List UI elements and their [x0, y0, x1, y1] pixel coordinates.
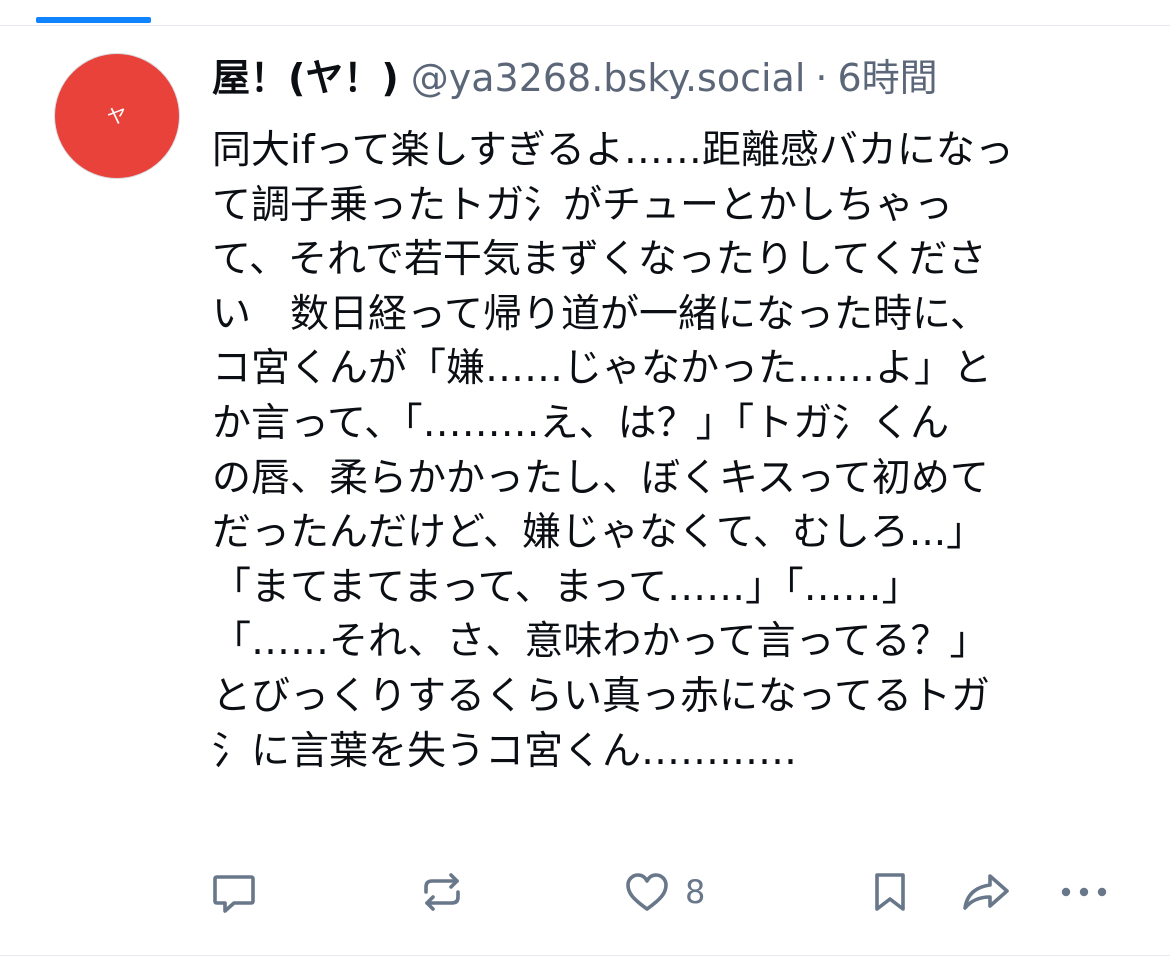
post-text-line: て、それで若干気まずくなったりしてくださ: [212, 237, 987, 283]
reply-button[interactable]: [210, 862, 258, 922]
post-text-line: コ宮くんが「嫌……じゃなかった……よ」と: [212, 346, 993, 392]
bookmark-button[interactable]: [866, 862, 914, 922]
more-options-button[interactable]: [1058, 862, 1110, 922]
reply-icon: [213, 875, 255, 913]
separator-dot: ·: [815, 56, 828, 100]
more-icon: [1061, 887, 1107, 897]
share-button[interactable]: [960, 862, 1012, 922]
post-header: 屋！(ヤ！) @ya3268.bsky.social · 6時間: [212, 54, 938, 102]
post-text-line: とびっくりするくらい真っ赤になってるトガ: [212, 673, 991, 719]
post-timestamp[interactable]: 6時間: [837, 54, 937, 102]
repost-icon: [424, 873, 460, 911]
top-divider: [0, 25, 1170, 26]
like-count: 8: [685, 873, 706, 911]
post-text-line: 「……それ、さ、意味わかって言ってる？」: [212, 619, 989, 665]
avatar[interactable]: ヤ: [54, 53, 180, 179]
active-tab-indicator: [36, 17, 151, 23]
post-text-line: だったんだけど、嫌じゃなくて、むしろ...」: [212, 510, 986, 556]
display-name[interactable]: 屋！(ヤ！): [212, 54, 399, 102]
user-handle[interactable]: @ya3268.bsky.social: [411, 54, 806, 102]
avatar-glyph: ヤ: [105, 102, 129, 130]
post-text: 同大ifって楽しすぎるよ……距離感バカになっ て調子乗ったトガ氵がチューとかしち…: [212, 124, 1127, 779]
post-text-line: 同大ifって楽しすぎるよ……距離感バカになっ: [212, 128, 1014, 173]
post-text-line: 「まてまてまって、まって……」「……」: [212, 564, 921, 610]
post-action-bar: 8: [0, 862, 1170, 922]
bottom-divider: [0, 955, 1170, 956]
post-text-line: か言って、「………え、は？」「トガ氵くん: [212, 400, 950, 446]
post-text-line: て調子乗ったトガ氵がチューとかしちゃっ: [212, 182, 954, 228]
post-text-line: の唇、柔らかかったし、ぼくキスって初めて: [212, 455, 989, 501]
post-text-line: 氵に言葉を失うコ宮くん…………: [212, 728, 798, 774]
share-icon: [963, 874, 1009, 910]
like-button[interactable]: 8: [623, 862, 705, 922]
bookmark-icon: [875, 873, 905, 911]
heart-icon: [626, 873, 668, 911]
post-text-line: い 数日経って帰り道が一緒になった時に、: [212, 291, 989, 337]
repost-button[interactable]: [418, 862, 466, 922]
